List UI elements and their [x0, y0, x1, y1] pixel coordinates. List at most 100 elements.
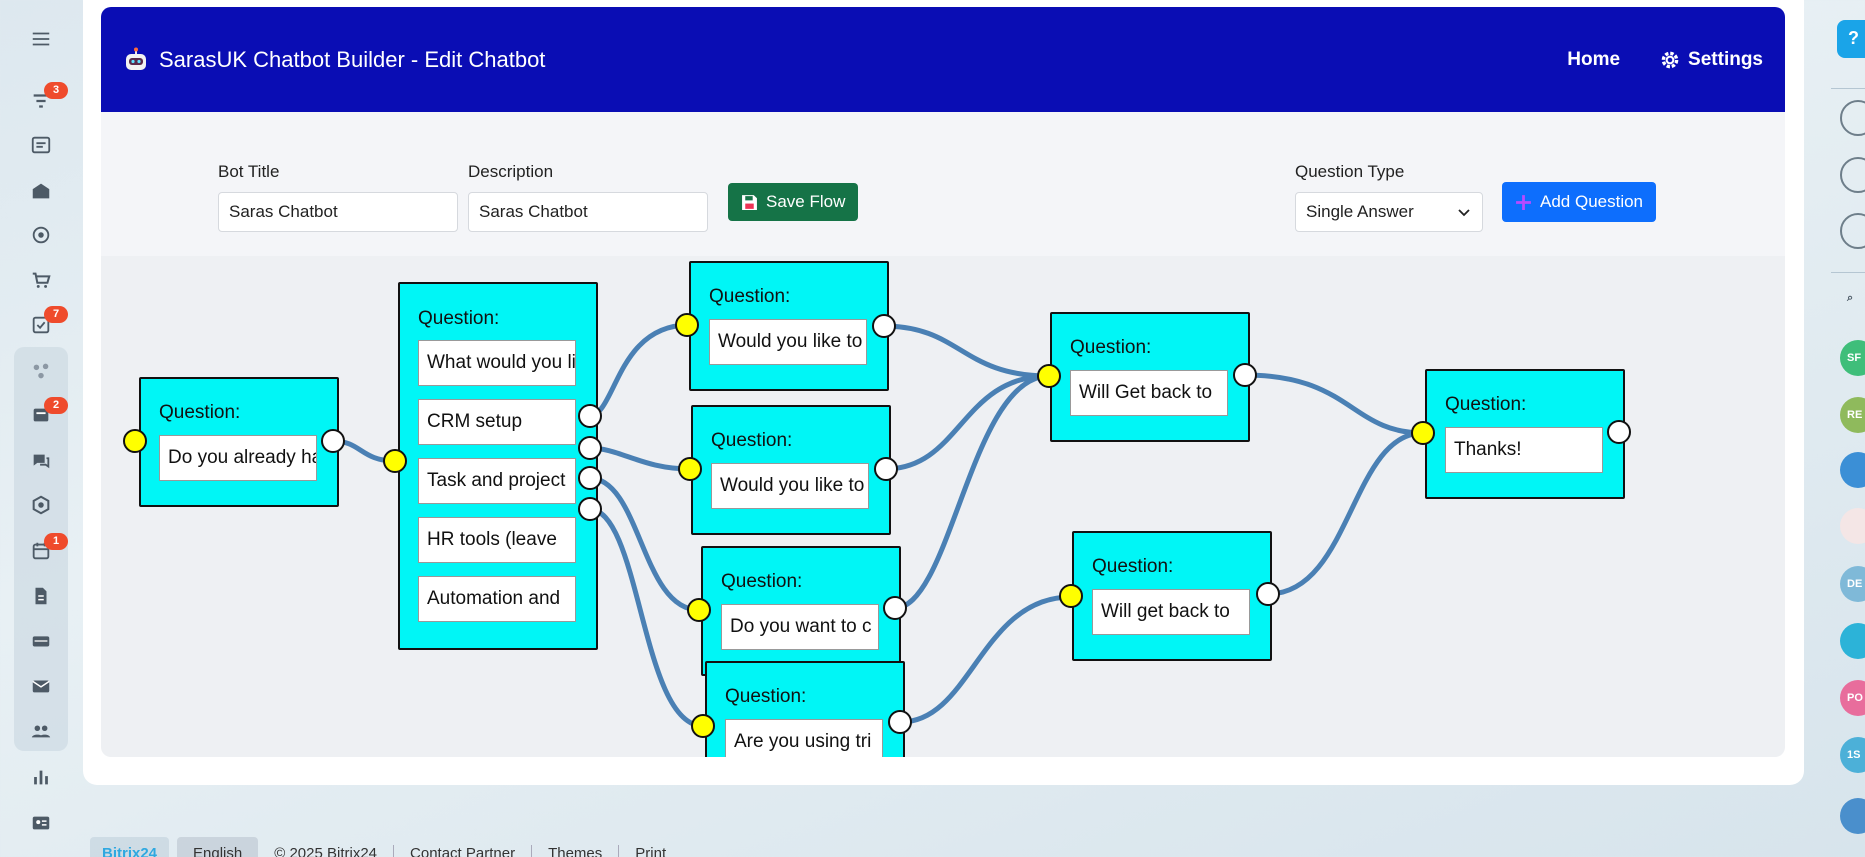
input-port[interactable] [687, 598, 711, 622]
option-field[interactable]: Task and project [418, 458, 576, 504]
target-icon[interactable] [26, 220, 56, 250]
question-text-field[interactable]: Will Get back to [1070, 370, 1228, 416]
question-node[interactable]: Question: What would you like CRM setup … [398, 282, 598, 650]
bot-title-input[interactable] [218, 192, 458, 232]
nodes-icon[interactable] [26, 356, 56, 386]
add-question-label: Add Question [1540, 192, 1644, 211]
input-port[interactable] [383, 449, 407, 473]
node-label: Question: [1092, 556, 1174, 577]
connection-link [1244, 372, 1424, 436]
question-text-field[interactable]: Thanks! [1445, 427, 1603, 473]
avatar[interactable]: DE [1840, 566, 1865, 602]
contact-card-icon[interactable] [26, 808, 56, 838]
plus-icon [1516, 194, 1531, 210]
output-port[interactable] [1256, 582, 1280, 606]
avatar-card-icon[interactable] [1840, 798, 1865, 834]
output-port[interactable] [1607, 420, 1631, 444]
home-label: Home [1567, 48, 1621, 70]
input-port[interactable] [1411, 421, 1435, 445]
output-port[interactable] [578, 404, 602, 428]
flow-canvas[interactable]: Question: Do you already have Question: … [101, 256, 1785, 757]
connection-link [588, 475, 700, 613]
inbox-badge: 2 [44, 397, 68, 414]
save-flow-button[interactable]: Save Flow [728, 183, 859, 221]
connection-link [588, 506, 704, 729]
option-field[interactable]: CRM setup [418, 399, 576, 445]
question-node[interactable]: Question: Will get back to [1072, 531, 1272, 661]
input-port[interactable] [123, 429, 147, 453]
home-link[interactable]: Home [1567, 49, 1620, 71]
question-text-field[interactable]: Do you already have [159, 435, 317, 481]
hexagon-icon[interactable] [26, 490, 56, 520]
themes-link[interactable]: Themes [548, 844, 620, 857]
output-port[interactable] [883, 596, 907, 620]
output-port[interactable] [321, 429, 345, 453]
help-icon[interactable]: ? [1837, 20, 1865, 58]
connection-link [588, 322, 690, 419]
input-port[interactable] [691, 714, 715, 738]
language-selector[interactable]: English [177, 836, 259, 857]
avatar[interactable]: SF [1840, 340, 1865, 376]
drive-icon[interactable] [26, 626, 56, 656]
avatar[interactable]: RE [1840, 397, 1865, 433]
mail-icon[interactable] [26, 671, 56, 701]
option-field[interactable]: HR tools (leave [418, 517, 576, 563]
question-type-select[interactable]: Single Answer [1295, 192, 1483, 232]
question-node[interactable]: Question: Do you want to c [701, 546, 901, 676]
output-port[interactable] [888, 710, 912, 734]
output-port[interactable] [1233, 363, 1257, 387]
checklist-icon[interactable] [26, 130, 56, 160]
question-text-field[interactable]: Would you like to [711, 463, 869, 509]
question-text-field[interactable]: Would you like to [709, 319, 867, 365]
input-port[interactable] [1037, 364, 1061, 388]
document-icon[interactable] [26, 581, 56, 611]
output-port[interactable] [578, 497, 602, 521]
bitrix-logo[interactable]: Bitrix24 [90, 836, 170, 857]
avatar[interactable]: PO [1840, 680, 1865, 716]
add-question-button[interactable]: Add Question [1502, 182, 1657, 222]
chart-icon[interactable] [26, 762, 56, 792]
question-node[interactable]: Question: Do you already have [139, 377, 339, 507]
bell-icon[interactable] [1840, 157, 1865, 193]
output-port[interactable] [872, 314, 896, 338]
question-node[interactable]: Question: Thanks! [1425, 369, 1625, 499]
input-port[interactable] [1059, 584, 1083, 608]
flow-controls: Bot Title Description Save Flow Question… [101, 112, 1785, 256]
connection-lines [332, 322, 1424, 729]
input-port[interactable] [678, 457, 702, 481]
connection-link [588, 445, 692, 472]
question-node[interactable]: Question: Will Get back to [1050, 312, 1250, 442]
question-node[interactable]: Question: Would you like to [689, 261, 889, 391]
question-node[interactable]: Question: Are you using tri [705, 661, 905, 757]
avatar-logo-icon[interactable] [1840, 508, 1865, 544]
output-port[interactable] [874, 457, 898, 481]
question-text-field[interactable]: Are you using tri [725, 719, 883, 757]
menu-icon[interactable] [26, 24, 56, 54]
chat-icon[interactable] [26, 446, 56, 476]
question-type-label: Question Type [1295, 162, 1405, 181]
input-port[interactable] [675, 313, 699, 337]
avatar-user-icon[interactable] [1840, 452, 1865, 488]
contact-partner-link[interactable]: Contact Partner [410, 844, 533, 857]
settings-link[interactable]: Settings [1660, 49, 1763, 71]
list-icon[interactable] [1840, 213, 1865, 249]
cart-icon[interactable] [26, 265, 56, 295]
question-text-field[interactable]: Will get back to [1092, 589, 1250, 635]
question-text-field[interactable]: Do you want to c [721, 604, 879, 650]
print-link[interactable]: Print [635, 845, 682, 857]
output-port[interactable] [578, 466, 602, 490]
notification-icon[interactable] [1840, 100, 1865, 136]
team-icon[interactable] [26, 716, 56, 746]
save-flow-label: Save Flow [766, 192, 846, 211]
question-node[interactable]: Question: Would you like to [691, 405, 891, 535]
bank-icon[interactable] [26, 176, 56, 206]
search-icon[interactable]: ⌕ [1840, 280, 1865, 316]
option-field[interactable]: Automation and [418, 576, 576, 622]
avatar[interactable]: 1S [1840, 737, 1865, 773]
node-label: Question: [418, 308, 500, 329]
avatar-chat-icon[interactable] [1840, 623, 1865, 659]
description-input[interactable] [468, 192, 708, 232]
output-port[interactable] [578, 436, 602, 460]
robot-icon [126, 47, 146, 70]
question-text-field[interactable]: What would you like [418, 340, 576, 386]
